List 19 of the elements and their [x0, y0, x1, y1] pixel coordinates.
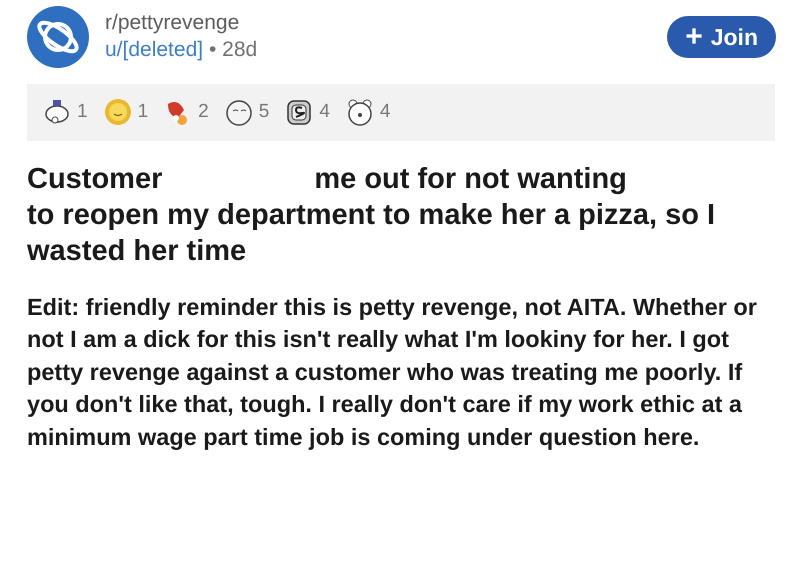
separator-dot: • [208, 38, 216, 61]
title-text: to reopen my department to make her a pizza, so I wasted her time [27, 198, 716, 268]
award-count: 2 [198, 100, 209, 124]
planet-icon[interactable] [27, 6, 89, 68]
join-button[interactable]: + Join [667, 16, 776, 58]
award-count: 1 [138, 100, 148, 124]
post-body: Edit: friendly reminder this is petty revenge, not AITA. Whether or not I am a dick for this isn't really what I'm lookiny for her. I got petty revenge against a customer who was treating me poorly. If you don't like that, tough. I really don't care if my work ethic at a minimum wage part time job is coming under question here. [27, 292, 758, 452]
author-name[interactable]: u/[deleted] [105, 38, 204, 61]
face-icon [224, 98, 253, 126]
coin-icon [285, 98, 314, 126]
title-text: me out for not wanting [314, 162, 627, 196]
sun-icon [104, 98, 132, 126]
award-count: 1 [77, 100, 88, 124]
award-count: 4 [380, 100, 390, 124]
title-text: Customer [27, 162, 162, 196]
subreddit-name[interactable]: r/pettyrevenge [105, 10, 668, 36]
post-age: 28d [222, 38, 258, 61]
award-count: 5 [258, 100, 270, 124]
award-count: 4 [319, 100, 330, 124]
